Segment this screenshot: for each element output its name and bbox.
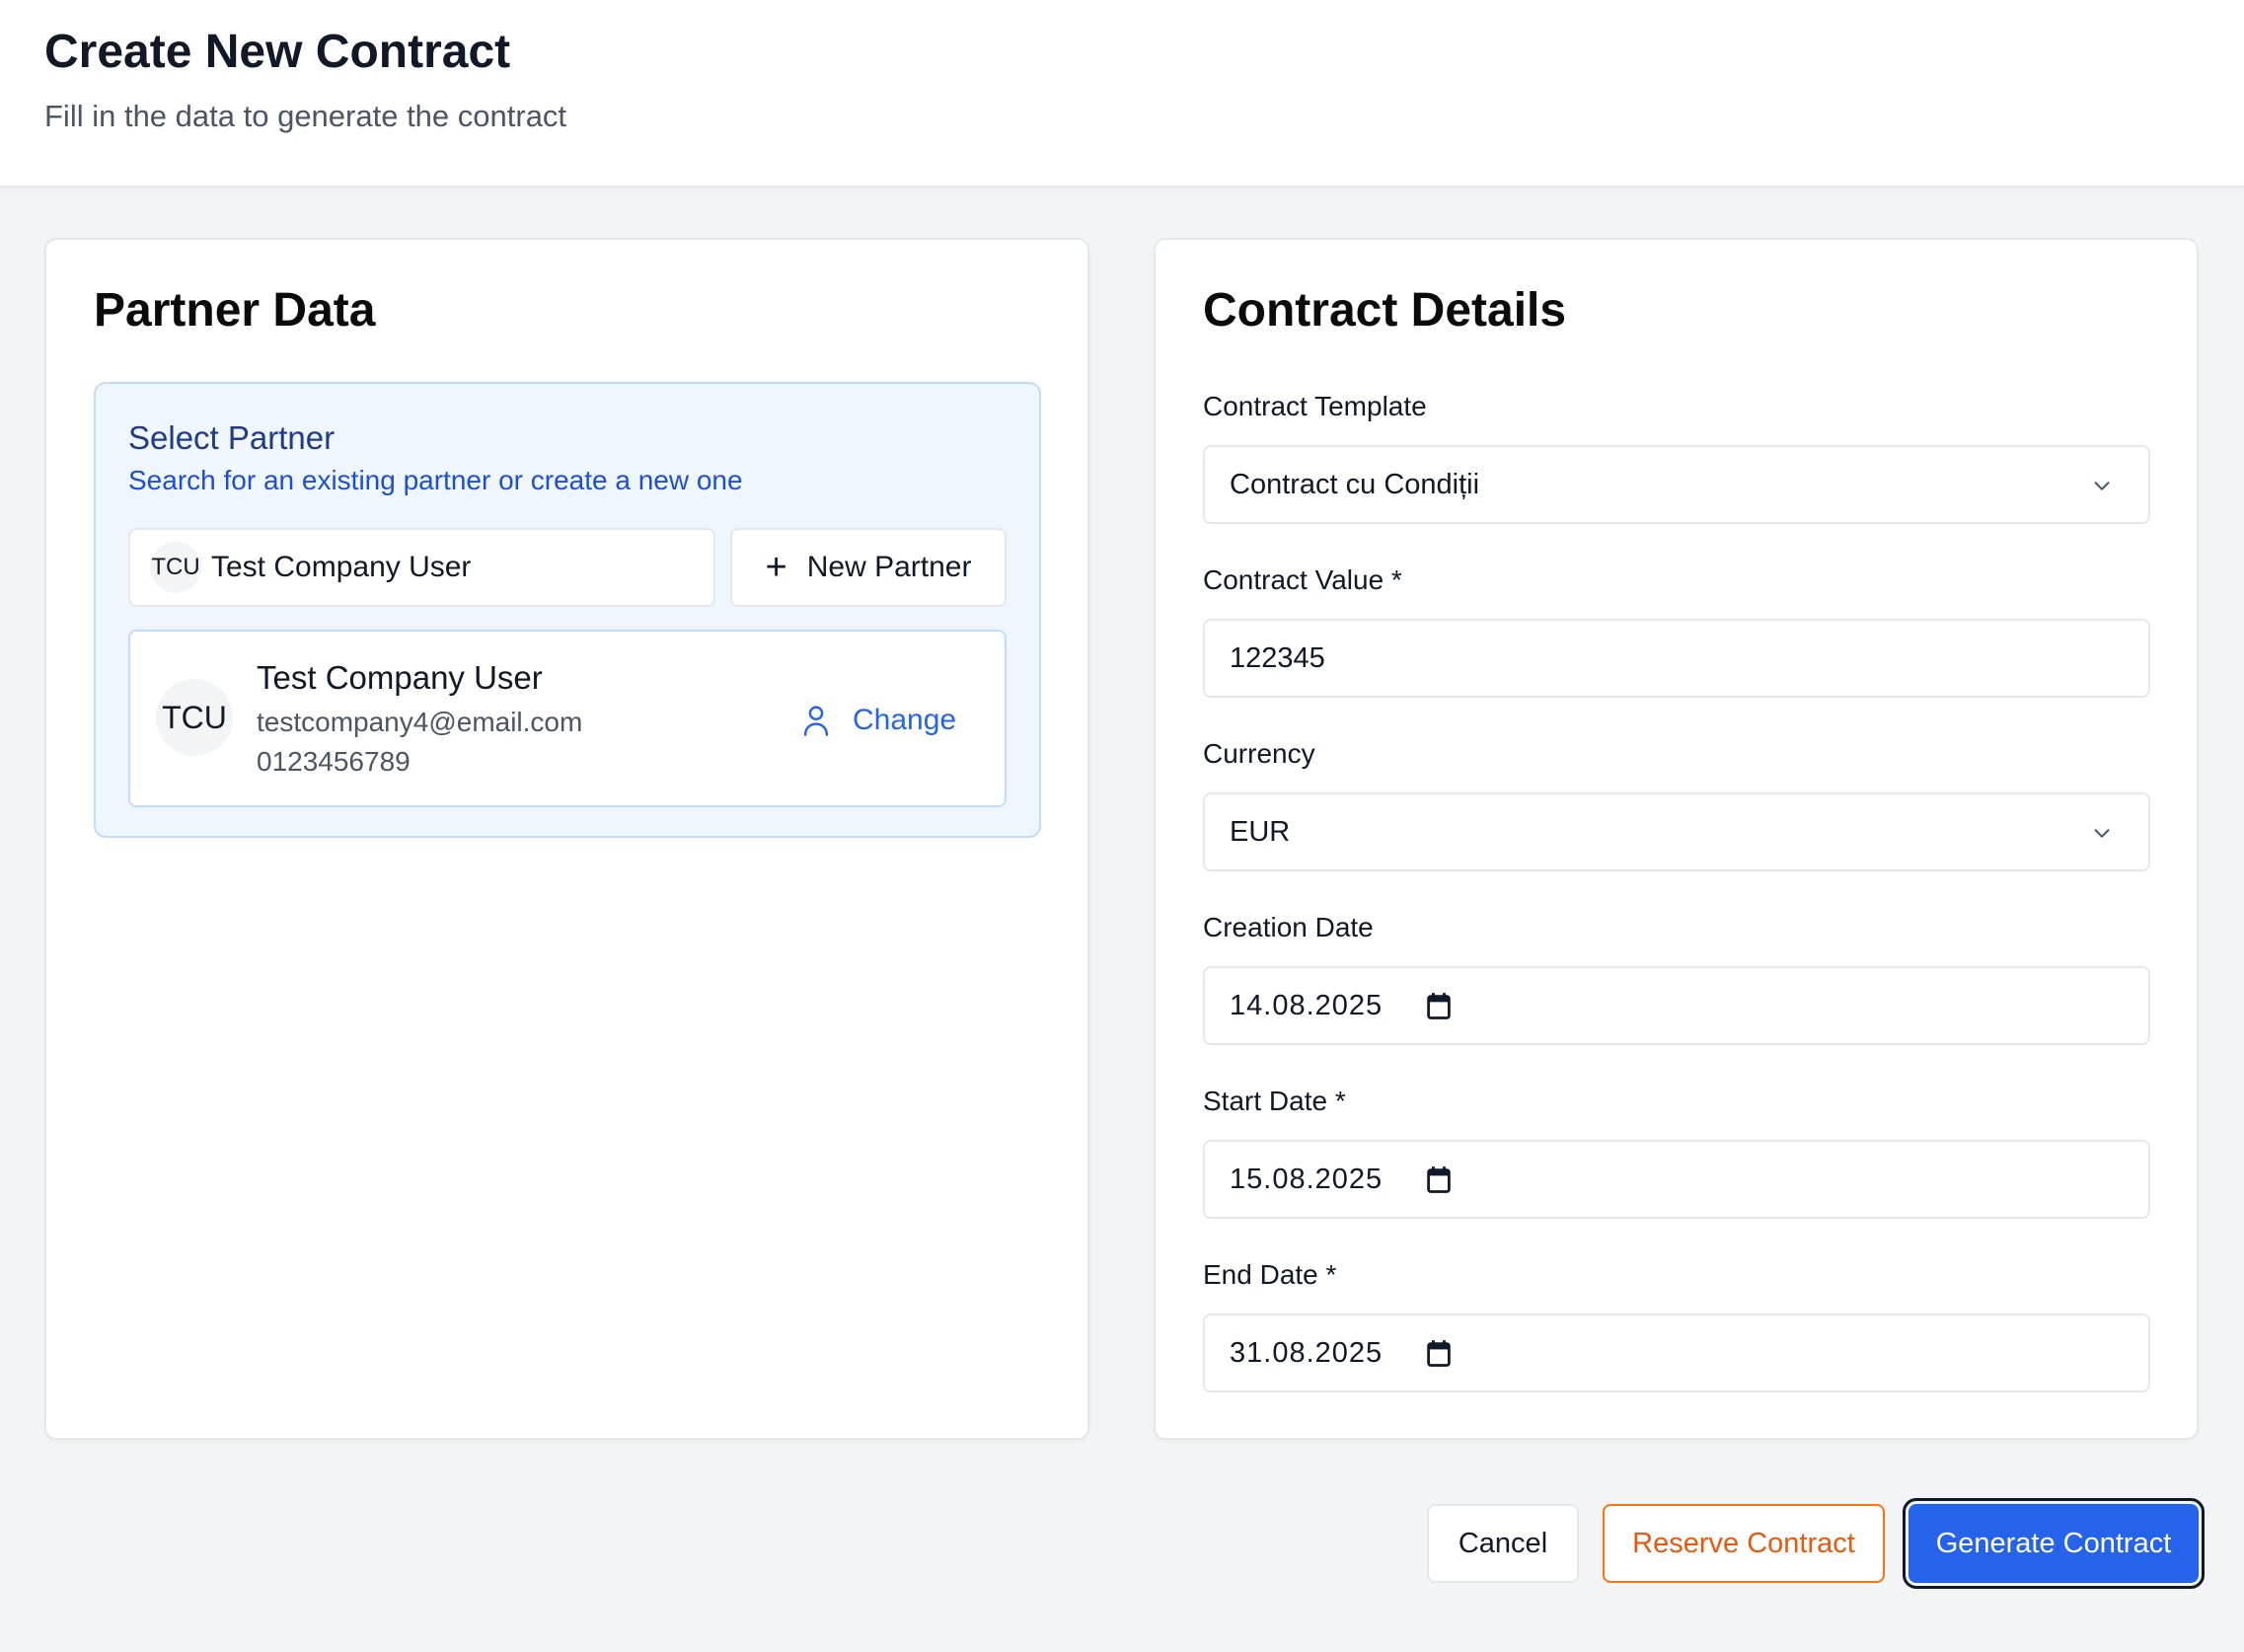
contract-template-value: Contract cu Condiții <box>1230 468 1480 500</box>
new-partner-button[interactable]: + New Partner <box>730 528 1007 607</box>
contract-value-input[interactable]: 122345 <box>1203 619 2150 698</box>
creation-date-value: 14.08.2025 <box>1230 989 1384 1021</box>
partner-search-value: Test Company User <box>211 551 472 583</box>
partner-data-card: Partner Data Select Partner Search for a… <box>44 238 1089 1440</box>
end-date-value: 31.08.2025 <box>1230 1336 1384 1369</box>
select-partner-panel: Select Partner Search for an existing pa… <box>94 382 1041 838</box>
generate-contract-button[interactable]: Generate Contract <box>1903 1498 2205 1589</box>
end-date-input[interactable]: 31.08.2025 <box>1203 1314 2150 1392</box>
currency-label: Currency <box>1203 738 1315 769</box>
partner-search-combobox[interactable]: TCU Test Company User <box>128 528 715 607</box>
calendar-icon[interactable] <box>1425 1165 1453 1195</box>
creation-date-label: Creation Date <box>1203 912 1374 942</box>
contract-template-label: Contract Template <box>1203 391 1427 421</box>
contract-card-title: Contract Details <box>1203 284 1567 337</box>
page-subtitle: Fill in the data to generate the contrac… <box>44 99 567 133</box>
new-partner-label: New Partner <box>806 551 972 583</box>
plus-icon: + <box>765 547 787 588</box>
creation-date-input[interactable]: 14.08.2025 <box>1203 966 2150 1045</box>
select-partner-hint: Search for an existing partner or create… <box>128 465 743 495</box>
select-partner-title: Select Partner <box>128 419 336 456</box>
selected-partner-card: TCU Test Company User testcompany4@email… <box>128 630 1007 807</box>
partner-card-title: Partner Data <box>94 284 376 337</box>
cancel-button[interactable]: Cancel <box>1427 1504 1579 1583</box>
calendar-icon[interactable] <box>1425 992 1453 1021</box>
partner-search-avatar: TCU <box>150 542 201 593</box>
user-icon <box>803 706 829 736</box>
partner-name: Test Company User <box>257 659 543 696</box>
end-date-label: End Date * <box>1203 1259 1337 1290</box>
calendar-icon[interactable] <box>1425 1339 1453 1369</box>
partner-phone: 0123456789 <box>257 746 411 777</box>
currency-select[interactable]: EUR <box>1203 792 2150 871</box>
contract-details-card: Contract Details Contract Template Contr… <box>1154 238 2199 1440</box>
contract-value-label: Contract Value * <box>1203 564 1402 595</box>
change-partner-button[interactable]: Change <box>801 697 956 744</box>
start-date-value: 15.08.2025 <box>1230 1163 1384 1195</box>
change-partner-label: Change <box>853 704 957 736</box>
chevron-down-icon <box>2094 829 2110 838</box>
partner-email: testcompany4@email.com <box>257 707 583 737</box>
contract-value-text: 122345 <box>1230 641 1325 674</box>
currency-value: EUR <box>1230 815 1291 848</box>
contract-template-select[interactable]: Contract cu Condiții <box>1203 445 2150 524</box>
page-title: Create New Contract <box>44 26 511 78</box>
start-date-label: Start Date * <box>1203 1086 1346 1116</box>
reserve-contract-button[interactable]: Reserve Contract <box>1603 1504 1885 1583</box>
page-header: Create New Contract Fill in the data to … <box>0 0 2244 188</box>
partner-avatar: TCU <box>156 679 233 756</box>
chevron-down-icon <box>2094 482 2110 490</box>
start-date-input[interactable]: 15.08.2025 <box>1203 1140 2150 1219</box>
